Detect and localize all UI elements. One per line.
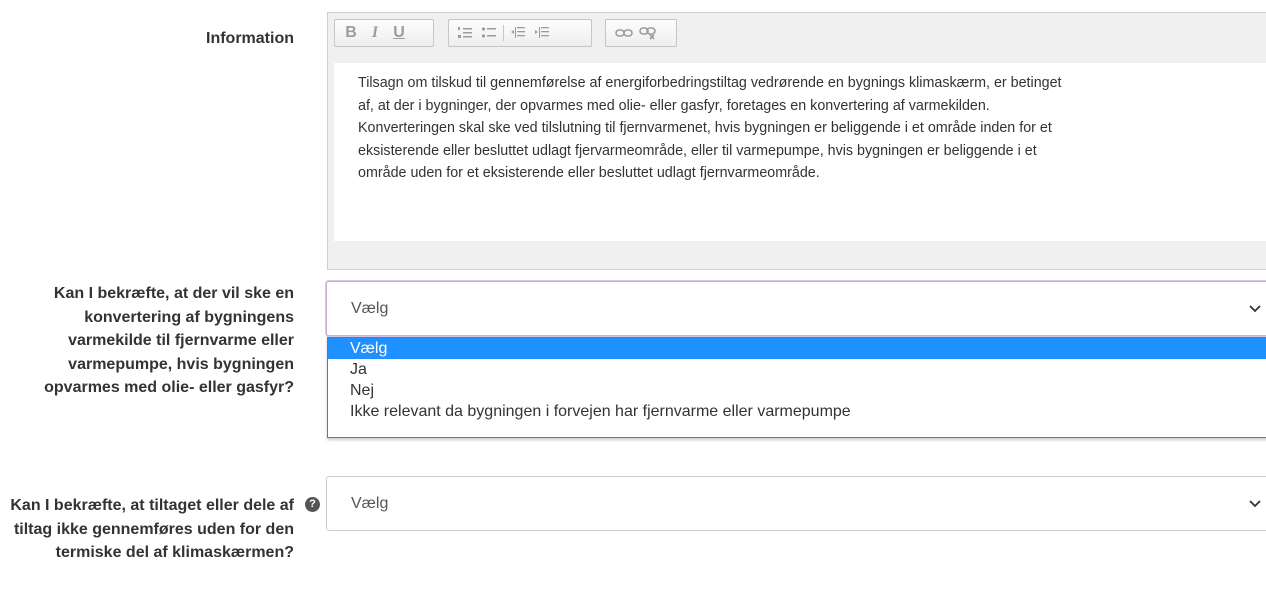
select-value: Vælg: [351, 300, 389, 317]
option-ikke-relevant[interactable]: Ikke relevant da bygningen i forvejen ha…: [328, 401, 1266, 422]
text-line: af, at der i bygninger, der opvarmes med…: [358, 97, 990, 114]
conversion-dropdown-list: Vælg Ja Nej Ikke relevant da bygningen i…: [327, 337, 1266, 438]
numbered-list-icon[interactable]: [453, 22, 477, 44]
unlink-icon[interactable]: [636, 22, 660, 44]
thermal-select[interactable]: Vælg: [326, 476, 1266, 531]
option-ja[interactable]: Ja: [328, 359, 1266, 380]
information-label: Information: [206, 30, 294, 47]
toolbar-lists: [448, 19, 592, 47]
bullet-list-icon[interactable]: [477, 22, 501, 44]
toolbar-links: [605, 19, 677, 47]
toolbar-basic-styles: B I U: [334, 19, 434, 47]
text-line: Tilsagn om tilskud til gennemførelse af …: [358, 75, 1062, 91]
text-line: eksisterende eller besluttet udlagt fjer…: [358, 142, 1037, 159]
conversion-question-label: Kan I bekræfte, at der vil ske en konver…: [44, 285, 294, 396]
toolbar-separator: [503, 25, 504, 41]
help-icon[interactable]: ?: [305, 497, 320, 512]
text-line: område uden for et eksisterende eller be…: [358, 165, 820, 181]
thermal-question-label: Kan I bekræfte, at tiltaget eller dele a…: [0, 494, 294, 565]
indent-icon[interactable]: [530, 22, 554, 44]
chevron-down-icon: [1249, 282, 1261, 335]
bold-icon[interactable]: B: [339, 22, 363, 44]
underline-icon[interactable]: U: [387, 22, 411, 44]
italic-icon[interactable]: I: [363, 22, 387, 44]
option-nej[interactable]: Nej: [328, 380, 1266, 401]
link-icon[interactable]: [612, 22, 636, 44]
thermal-question-text: Kan I bekræfte, at tiltaget eller dele a…: [10, 497, 294, 561]
select-value: Vælg: [351, 495, 389, 512]
chevron-down-icon: [1249, 477, 1261, 530]
option-vaelg[interactable]: Vælg: [328, 338, 1266, 359]
conversion-select[interactable]: Vælg: [326, 281, 1266, 336]
editor-content[interactable]: Tilsagn om tilskud til gennemførelse af …: [334, 63, 1266, 241]
rich-text-editor[interactable]: B I U Tilsagn om tilskud til gennemførel…: [327, 12, 1266, 270]
outdent-icon[interactable]: [506, 22, 530, 44]
text-line: Konverteringen skal ske ved tilslutning …: [358, 120, 1052, 136]
